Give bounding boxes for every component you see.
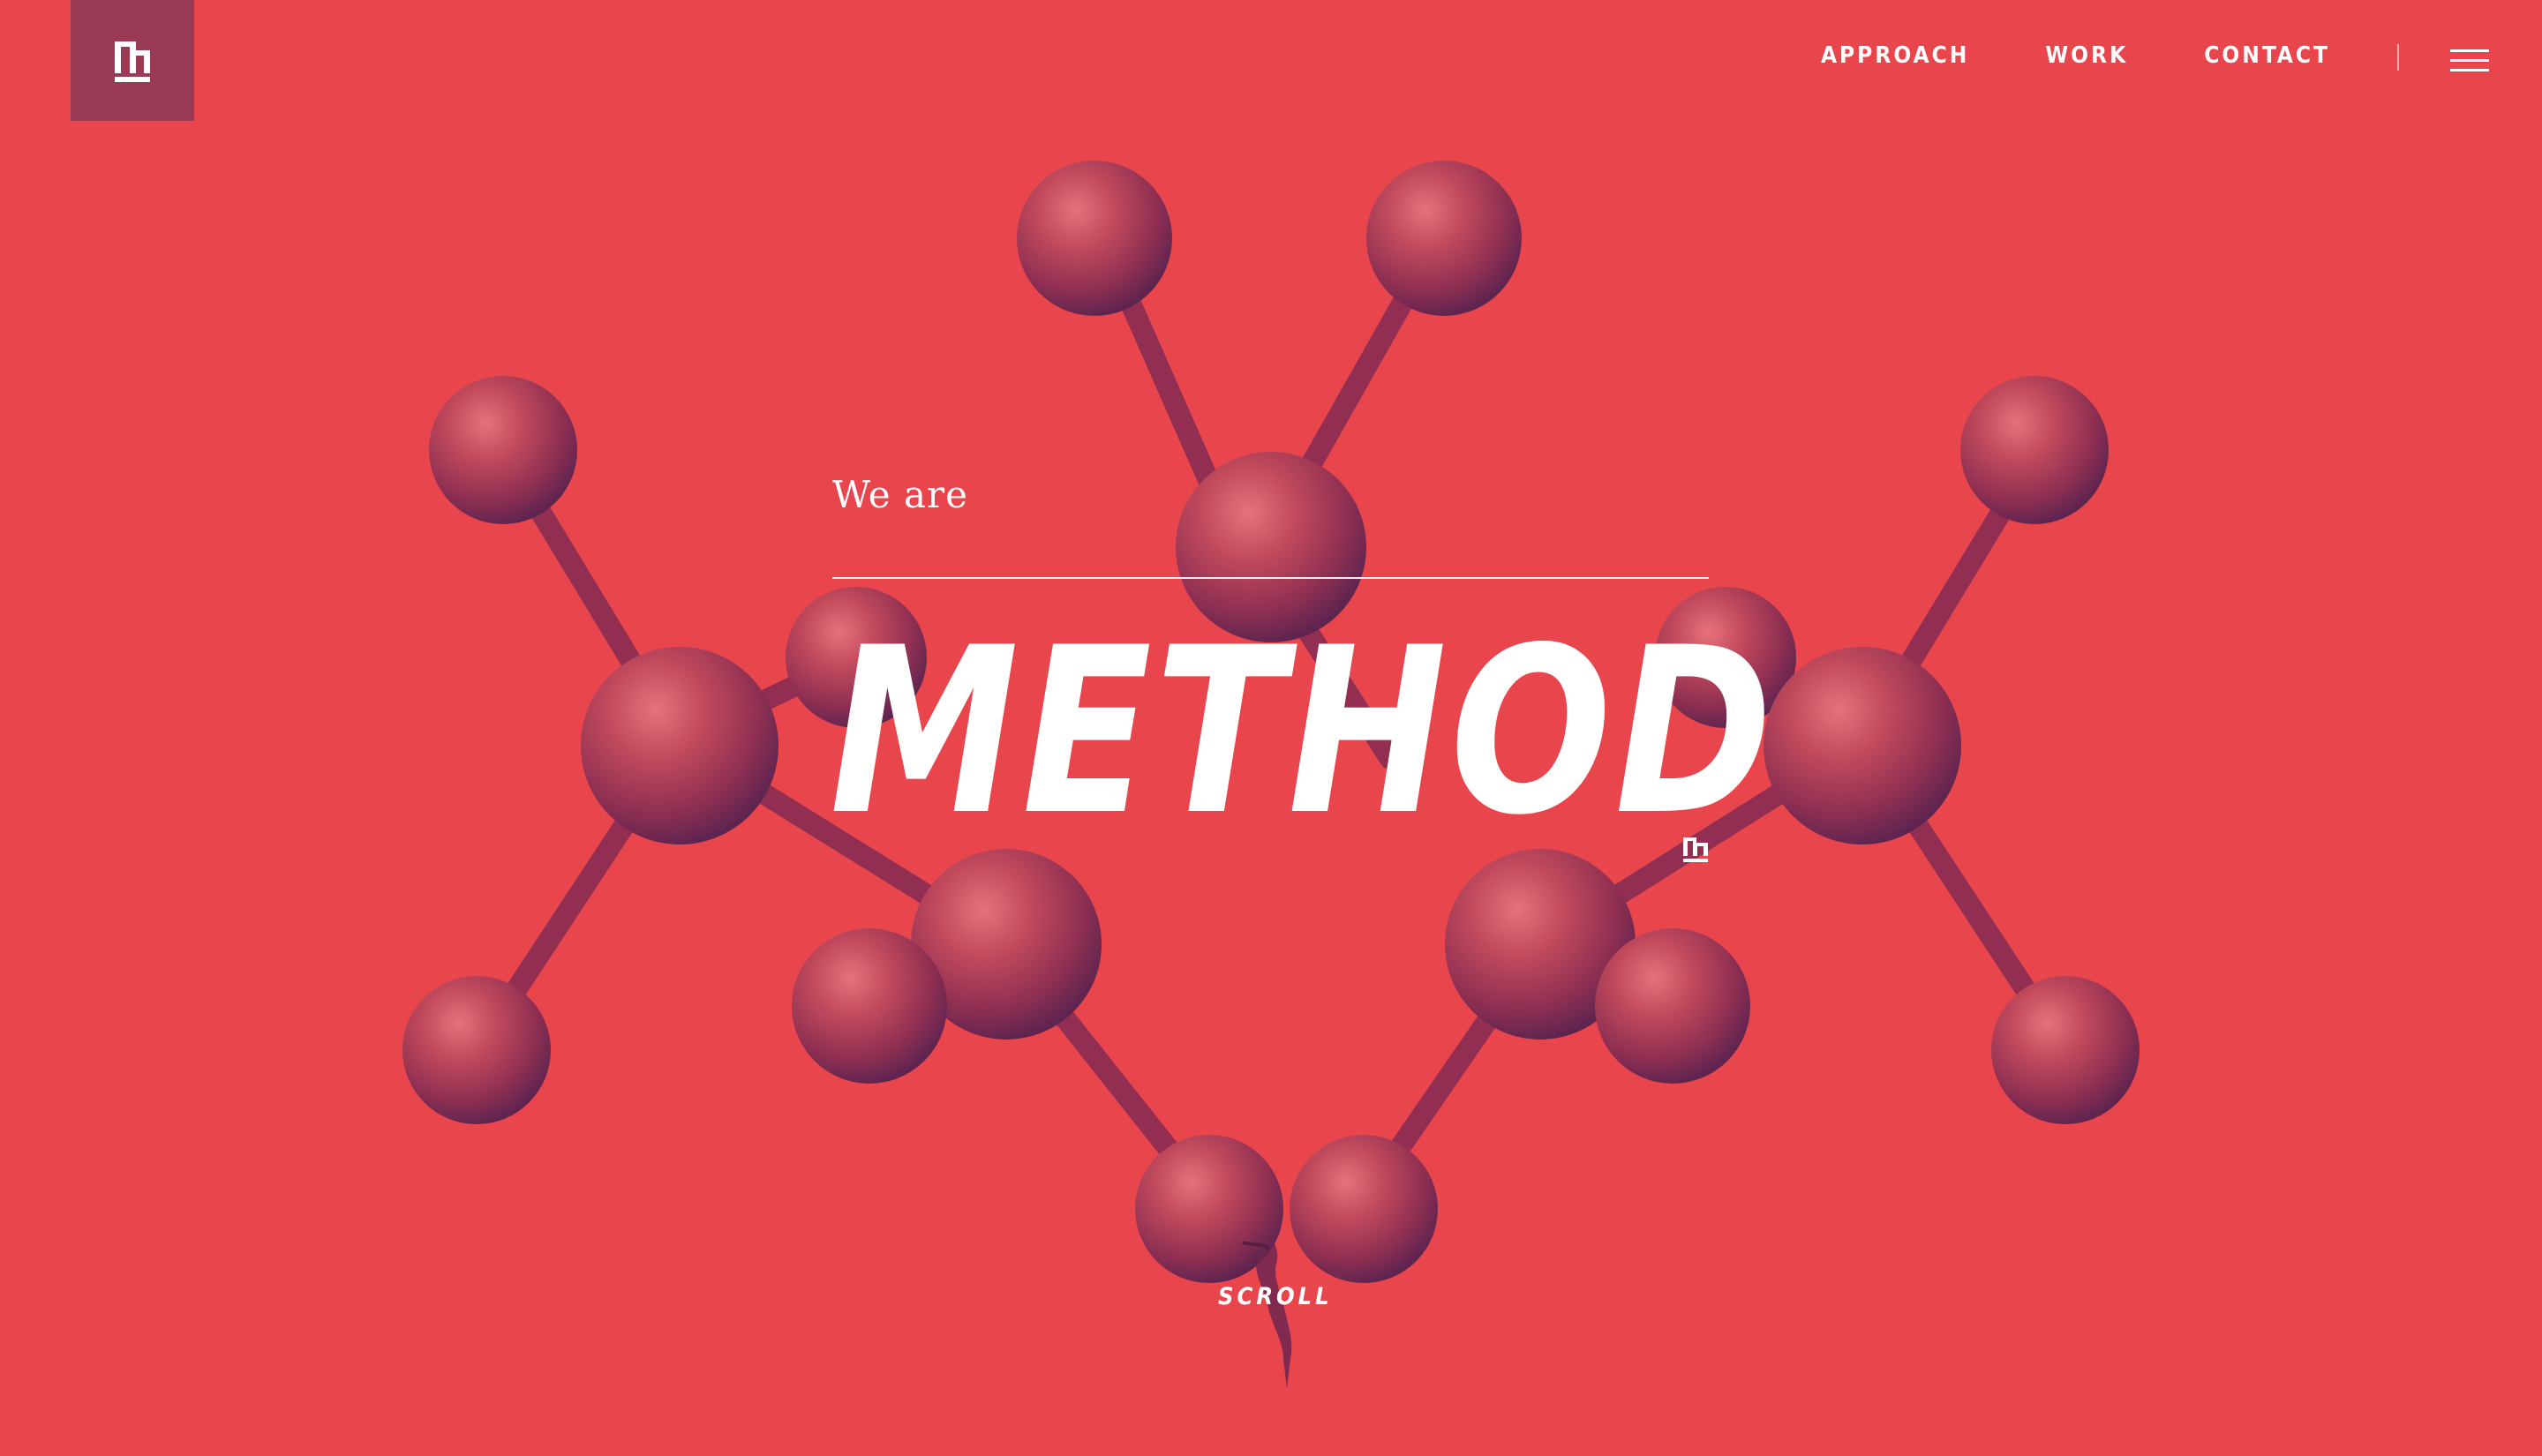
main-navigation: APPROACH WORK CONTACT: [1821, 42, 2330, 69]
method-m-logo-icon: [115, 41, 150, 82]
logo-button[interactable]: [71, 0, 194, 121]
nav-link-contact[interactable]: CONTACT: [2204, 42, 2330, 69]
hamburger-menu-icon[interactable]: [2450, 49, 2489, 72]
hero-intro-text: We are: [832, 473, 968, 516]
scroll-indicator[interactable]: SCROLL: [1218, 1227, 1333, 1394]
nav-link-work[interactable]: WORK: [2045, 42, 2128, 69]
nav-divider: [2397, 44, 2399, 71]
nav-link-approach[interactable]: APPROACH: [1821, 42, 1969, 69]
scroll-label: SCROLL: [1218, 1283, 1333, 1310]
hero-title: METHOD: [830, 599, 1776, 866]
method-m-logo-icon: [1683, 837, 1708, 862]
hero-divider: [832, 577, 1709, 579]
hero-section: APPROACH WORK CONTACT We are METHOD SCRO…: [0, 0, 2542, 1456]
pointing-hand-icon: [1242, 1234, 1292, 1389]
